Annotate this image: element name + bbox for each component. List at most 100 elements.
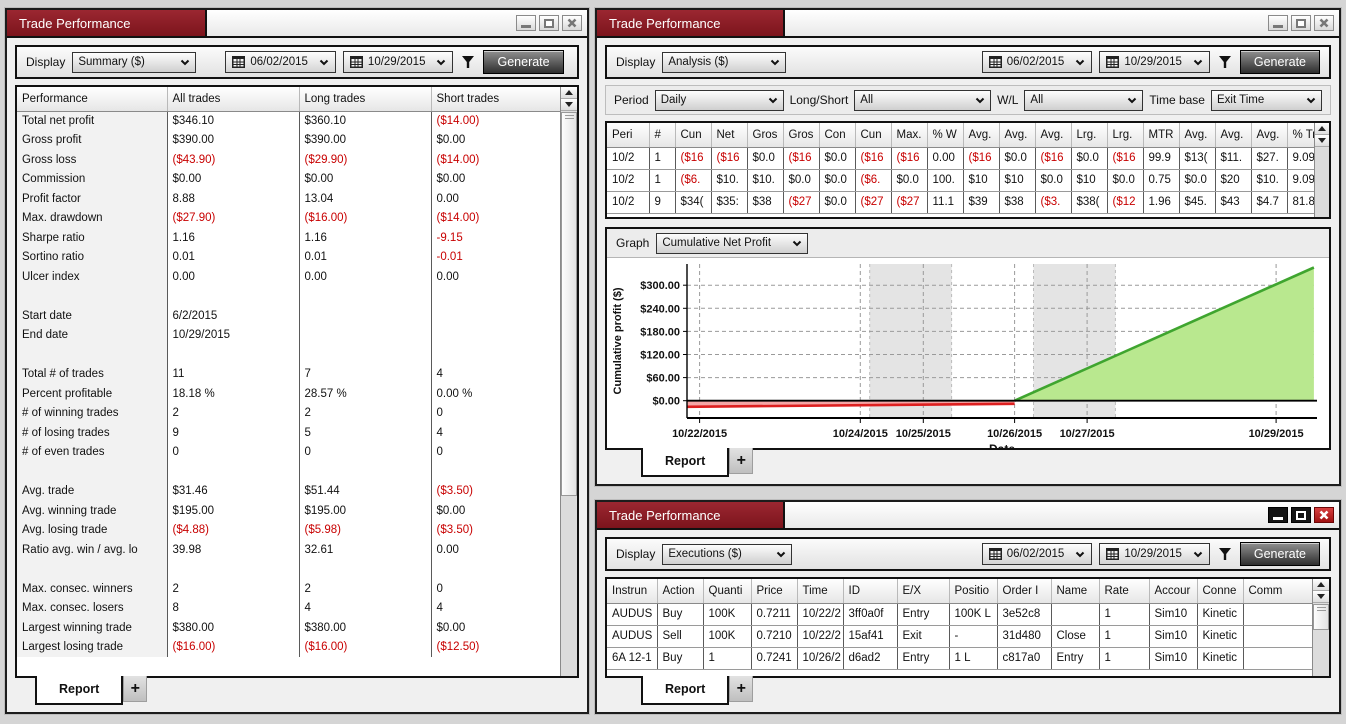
table-row[interactable]: Ratio avg. win / avg. lo39.9832.610.00 (17, 540, 564, 560)
column-header[interactable]: Conne (1197, 579, 1243, 603)
table-row[interactable]: Avg. winning trade$195.00$195.00$0.00 (17, 501, 564, 521)
table-row[interactable]: Gross profit$390.00$390.00$0.00 (17, 131, 564, 151)
column-header[interactable]: Gros (783, 123, 819, 147)
column-header[interactable]: Action (657, 579, 703, 603)
table-row[interactable]: Largest losing trade($16.00)($16.00)($12… (17, 638, 564, 658)
minimize-button[interactable] (516, 15, 536, 31)
column-header[interactable]: Peri (607, 123, 649, 147)
table-row[interactable]: Percent profitable18.18 %28.57 %0.00 % (17, 384, 564, 404)
column-header[interactable]: Max. (891, 123, 927, 147)
table-row[interactable]: Profit factor8.8813.040.00 (17, 189, 564, 209)
scrollbar-thumb[interactable] (1313, 604, 1329, 630)
column-header[interactable]: Quanti (703, 579, 751, 603)
minimize-button[interactable] (1268, 507, 1288, 523)
table-row[interactable]: Max. drawdown($27.90)($16.00)($14.00) (17, 209, 564, 229)
column-header[interactable]: Accour (1149, 579, 1197, 603)
graph-type-select[interactable]: Cumulative Net Profit (656, 233, 808, 254)
table-row[interactable]: Sharpe ratio1.161.16-9.15 (17, 228, 564, 248)
titlebar[interactable]: Trade Performance (597, 10, 1339, 38)
scroll-up-button[interactable] (1313, 579, 1329, 591)
table-row[interactable]: Ulcer index0.000.000.00 (17, 267, 564, 287)
filter-button[interactable] (1217, 54, 1233, 70)
wl-select[interactable]: All (1024, 90, 1143, 111)
minimize-button[interactable] (1268, 15, 1288, 31)
column-header[interactable]: Lrg. (1107, 123, 1143, 147)
display-select[interactable]: Analysis ($) (662, 52, 786, 73)
table-row[interactable]: AUDUSSell100K0.721010/22/215af41Exit-31d… (607, 625, 1320, 647)
table-row[interactable]: Commission$0.00$0.00$0.00 (17, 170, 564, 190)
tab-report[interactable]: Report (641, 676, 729, 705)
titlebar[interactable]: Trade Performance (597, 502, 1339, 530)
table-row[interactable]: Total net profit$346.10$360.10($14.00) (17, 111, 564, 131)
add-tab-button[interactable]: + (729, 676, 753, 702)
column-header[interactable]: Time (797, 579, 843, 603)
table-row[interactable]: 10/21($6.$10.$10.$0.0$0.0($6.$0.0100.$10… (607, 169, 1318, 191)
column-header[interactable]: Avg. (1215, 123, 1251, 147)
maximize-button[interactable] (539, 15, 559, 31)
column-header[interactable]: Cun (855, 123, 891, 147)
table-row[interactable]: Max. consec. losers844 (17, 599, 564, 619)
column-header[interactable]: % W (927, 123, 963, 147)
table-row[interactable]: Max. consec. winners220 (17, 579, 564, 599)
table-row[interactable]: Sortino ratio0.010.01-0.01 (17, 248, 564, 268)
column-header[interactable]: Performance (17, 87, 167, 111)
table-row[interactable]: Avg. trade$31.46$51.44($3.50) (17, 482, 564, 502)
table-row[interactable]: Total # of trades1174 (17, 365, 564, 385)
add-tab-button[interactable]: + (123, 676, 147, 702)
column-header[interactable]: Cun (675, 123, 711, 147)
titlebar[interactable]: Trade Performance (7, 10, 587, 38)
date-from-picker[interactable]: 06/02/2015 (225, 51, 336, 73)
display-select[interactable]: Summary ($) (72, 52, 196, 73)
table-row[interactable]: 10/21($16($16$0.0($16$0.0($16($160.00($1… (607, 147, 1318, 169)
column-header[interactable]: Positio (949, 579, 997, 603)
column-header[interactable]: Comm (1243, 579, 1320, 603)
close-button[interactable] (1314, 15, 1334, 31)
vertical-scrollbar[interactable] (560, 87, 577, 676)
column-header[interactable]: Rate (1099, 579, 1149, 603)
table-row[interactable]: End date10/29/2015 (17, 326, 564, 346)
column-header[interactable]: Price (751, 579, 797, 603)
table-row[interactable]: Start date6/2/2015 (17, 306, 564, 326)
table-row[interactable]: AUDUSBuy100K0.721110/22/23ff0a0fEntry100… (607, 603, 1320, 625)
table-row[interactable]: # of even trades000 (17, 443, 564, 463)
column-header[interactable]: All trades (167, 87, 299, 111)
column-header[interactable]: Long trades (299, 87, 431, 111)
scroll-down-button[interactable] (1315, 135, 1329, 147)
column-header[interactable]: Net (711, 123, 747, 147)
scroll-down-button[interactable] (1313, 591, 1329, 603)
date-to-picker[interactable]: 10/29/2015 (1099, 51, 1210, 73)
date-from-picker[interactable]: 06/02/2015 (982, 51, 1093, 73)
table-row[interactable] (17, 560, 564, 580)
column-header[interactable]: Avg. (1251, 123, 1287, 147)
filter-button[interactable] (460, 54, 476, 70)
table-row[interactable] (17, 287, 564, 307)
column-header[interactable]: Lrg. (1071, 123, 1107, 147)
close-button[interactable] (1314, 507, 1334, 523)
scrollbar-track[interactable] (1315, 148, 1329, 217)
column-header[interactable]: Avg. (963, 123, 999, 147)
table-row[interactable]: Gross loss($43.90)($29.90)($14.00) (17, 150, 564, 170)
filter-button[interactable] (1217, 546, 1233, 562)
maximize-button[interactable] (1291, 507, 1311, 523)
column-header[interactable]: Gros (747, 123, 783, 147)
table-row[interactable]: Largest winning trade$380.00$380.00$0.00 (17, 618, 564, 638)
longshort-select[interactable]: All (854, 90, 991, 111)
date-from-picker[interactable]: 06/02/2015 (982, 543, 1093, 565)
period-select[interactable]: Daily (655, 90, 784, 111)
scroll-down-button[interactable] (561, 99, 577, 111)
column-header[interactable]: Avg. (1179, 123, 1215, 147)
table-row[interactable] (17, 462, 564, 482)
column-header[interactable]: Avg. (999, 123, 1035, 147)
timebase-select[interactable]: Exit Time (1211, 90, 1322, 111)
column-header[interactable]: Instrun (607, 579, 657, 603)
column-header[interactable]: Con (819, 123, 855, 147)
scrollbar-track[interactable] (1313, 604, 1329, 676)
date-to-picker[interactable]: 10/29/2015 (1099, 543, 1210, 565)
add-tab-button[interactable]: + (729, 448, 753, 474)
scroll-up-button[interactable] (1315, 123, 1329, 135)
scroll-up-button[interactable] (561, 87, 577, 99)
column-header[interactable]: # (649, 123, 675, 147)
table-row[interactable]: Avg. losing trade($4.88)($5.98)($3.50) (17, 521, 564, 541)
table-row[interactable]: 10/29$34($35:$38($27$0.0($27($2711.1$39$… (607, 191, 1318, 213)
generate-button[interactable]: Generate (1240, 542, 1320, 566)
